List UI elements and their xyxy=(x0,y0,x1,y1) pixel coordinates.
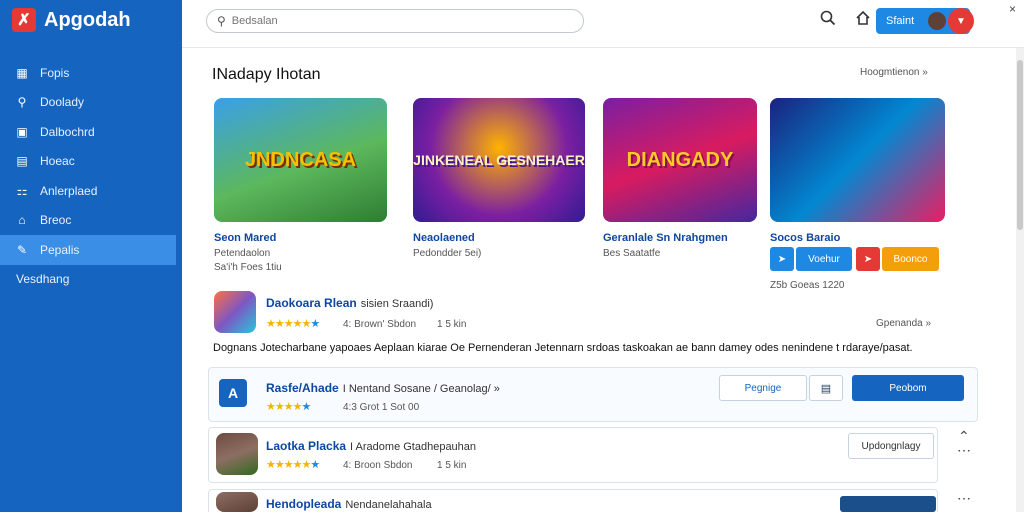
list-item-title[interactable]: Rasfe/Ahade I Nentand Sosane / Geanolag/ … xyxy=(266,381,500,395)
sidebar-item-label: Doolady xyxy=(40,95,85,110)
sidebar-item-label: Hoeac xyxy=(40,154,75,169)
game-art: DIANGADY xyxy=(603,98,757,222)
rating-stars: ★★★★★ xyxy=(266,401,311,413)
card-title[interactable]: Seon Mared xyxy=(214,232,276,244)
list-row[interactable] xyxy=(208,427,938,483)
rating-stars: ★★★★★★ xyxy=(266,459,320,471)
close-icon[interactable]: × xyxy=(1009,2,1016,16)
app-description: Dognans Jotecharbane yapoaes Aeplaan kia… xyxy=(213,342,913,354)
app-icon[interactable] xyxy=(216,433,258,475)
download-count: 1 5 kin xyxy=(437,460,467,471)
list-item-name: Rasfe/Ahade xyxy=(266,381,339,395)
rating-text: 4:3 Grot 1 Sot 00 xyxy=(343,402,420,413)
send-icon[interactable]: ➤ xyxy=(856,247,880,271)
list-item-title[interactable]: Daokoara Rlean sisien Sraandi) xyxy=(266,296,433,310)
download-count: 1 5 kin xyxy=(437,319,467,330)
sidebar-item-hoeac[interactable]: ▤ Hoeac xyxy=(0,147,182,177)
user-menu-button[interactable]: Sfaint ▼ xyxy=(876,8,974,34)
search-icon: ⚲ xyxy=(217,14,226,28)
card-subtitle: Pedondder 5ei) xyxy=(413,248,482,259)
home-icon: ⌂ xyxy=(18,213,26,228)
notification-badge-icon: ▼ xyxy=(948,8,974,34)
card-title[interactable]: Geranlale Sn Nrahgmen xyxy=(603,232,728,244)
apps-icon: ⚏ xyxy=(16,183,28,198)
card-title[interactable]: Neaolaened xyxy=(413,232,475,244)
more-options-icon[interactable]: ⋯ xyxy=(957,490,971,507)
featured-card-image[interactable] xyxy=(770,98,945,222)
home-icon[interactable] xyxy=(853,10,873,30)
list-item-subtitle: I Nentand Sosane / Geanolag/ » xyxy=(342,383,500,395)
rating-stars: ★★★★★★ xyxy=(266,318,320,330)
card-subtitle: Petendaolon xyxy=(214,248,271,259)
section-title: INadapy Ihotan xyxy=(212,66,321,83)
list-item-name: Laotka Placka xyxy=(266,439,347,453)
list-item-name: Daokoara Rlean xyxy=(266,296,357,310)
avatar xyxy=(928,12,947,30)
list-item-subtitle: sisien Sraandi) xyxy=(360,298,434,310)
page-button[interactable]: Pegnige xyxy=(719,375,807,401)
search-box[interactable]: ⚲ xyxy=(206,9,584,33)
open-link[interactable]: Gpenanda » xyxy=(876,318,931,329)
sidebar-item-fopis[interactable]: ▦ Fopis xyxy=(0,58,182,88)
more-options-icon[interactable]: ⋯ xyxy=(957,442,971,459)
user-name: Sfaint xyxy=(886,15,915,27)
top-bar: ⚲ Sfaint ▼ × xyxy=(182,0,1024,48)
featured-card-image[interactable]: DIANGADY xyxy=(603,98,757,222)
app-icon[interactable] xyxy=(214,291,256,333)
list-item-subtitle: Nendanelahahala xyxy=(345,499,432,511)
rating-text: 4: Brown' Sbdon xyxy=(343,319,417,330)
app-icon[interactable]: A xyxy=(219,379,247,407)
featured-card-image[interactable]: JNDNCASA xyxy=(214,98,387,222)
card-secondary-button[interactable]: Boonco xyxy=(882,247,939,271)
see-all-link[interactable]: Hoogmtienon » xyxy=(860,67,928,78)
sidebar-item-pepalis[interactable]: ✎ Pepalis xyxy=(0,235,176,265)
sidebar-item-dalbochrd[interactable]: ▣ Dalbochrd xyxy=(0,117,182,147)
card-meta: Z5b Goeas 1220 xyxy=(770,280,845,291)
sidebar-item-label: Vesdhang xyxy=(16,272,70,287)
sidebar-item-anlerplaed[interactable]: ⚏ Anlerplaed xyxy=(0,176,182,206)
sidebar-nav: ▦ Fopis ⚲ Doolady ▣ Dalbochrd ▤ Hoeac ⚏ … xyxy=(0,58,182,294)
list-item-subtitle: I Aradome Gtadhepauhan xyxy=(350,441,477,453)
sidebar-item-doolady[interactable]: ⚲ Doolady xyxy=(0,88,182,118)
app-name: Apgodah xyxy=(44,8,131,31)
app-logo[interactable]: ✗ Apgodah xyxy=(12,8,131,32)
sidebar-item-breoc[interactable]: ⌂ Breoc xyxy=(0,206,182,236)
rating-text: 4: Broon Sbdon xyxy=(343,460,413,471)
card-primary-button[interactable]: Voehur xyxy=(796,247,852,271)
card-title[interactable]: Socos Baraio xyxy=(770,232,840,244)
scrollbar-thumb[interactable] xyxy=(1017,60,1023,230)
primary-action-button[interactable]: Peobom xyxy=(852,375,964,401)
share-icon[interactable]: ➤ xyxy=(770,247,794,271)
app-icon[interactable] xyxy=(216,492,258,512)
sidebar-item-label: Dalbochrd xyxy=(40,124,95,139)
list-item-name: Hendopleada xyxy=(266,497,342,511)
update-button[interactable]: Updongnlagy xyxy=(848,433,934,459)
game-art xyxy=(770,98,945,222)
list-item-title[interactable]: Laotka Placka I Aradome Gtadhepauhan xyxy=(266,439,476,453)
book-icon: ▤ xyxy=(16,154,28,169)
card-meta: Sa'i'h Foes 1tiu xyxy=(214,262,282,273)
search-input[interactable] xyxy=(231,15,552,27)
people-icon: ✎ xyxy=(16,242,28,257)
card-subtitle: Bes Saatatfe xyxy=(603,248,661,259)
sidebar-item-label: Fopis xyxy=(40,65,70,80)
logo-icon: ✗ xyxy=(12,8,36,32)
sidebar-item-vesdhang[interactable]: Vesdhang xyxy=(0,265,182,295)
game-art: JINKENEAL GESNEHAER xyxy=(413,98,585,222)
sidebar-item-label: Breoc xyxy=(40,213,72,228)
search-icon[interactable] xyxy=(818,10,838,30)
search-icon: ⚲ xyxy=(17,95,27,110)
list-item-title[interactable]: Hendopleada Nendanelahahala xyxy=(266,497,432,511)
dashboard-icon: ▣ xyxy=(16,124,28,139)
game-art: JNDNCASA xyxy=(214,98,387,222)
sidebar-item-label: Anlerplaed xyxy=(40,183,98,198)
sidebar: ✗ Apgodah ▦ Fopis ⚲ Doolady ▣ Dalbochrd … xyxy=(0,0,182,512)
grid-icon: ▦ xyxy=(16,65,28,80)
primary-action-button[interactable] xyxy=(840,496,936,512)
sidebar-item-label: Pepalis xyxy=(40,242,80,257)
list-view-icon[interactable]: ▤ xyxy=(809,375,843,401)
featured-card-image[interactable]: JINKENEAL GESNEHAER xyxy=(413,98,585,222)
